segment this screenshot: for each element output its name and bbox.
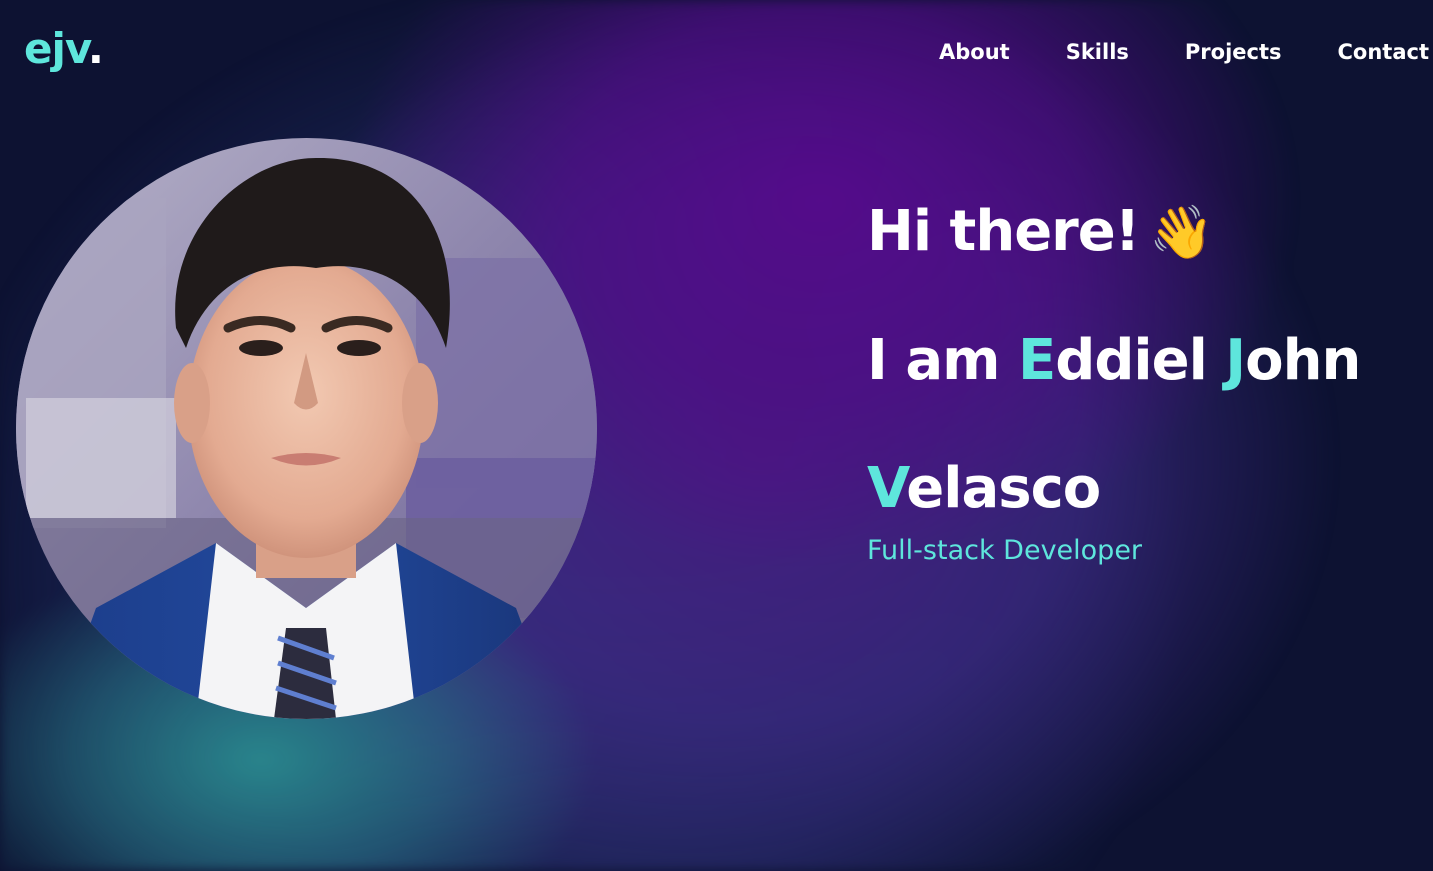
nav-link-contact[interactable]: Contact bbox=[1338, 40, 1430, 65]
nav-link-projects[interactable]: Projects bbox=[1185, 40, 1282, 65]
logo-text: ejv bbox=[24, 24, 89, 73]
site-logo[interactable]: ejv. bbox=[24, 28, 104, 70]
middle-name-initial: J bbox=[1225, 328, 1246, 393]
hero-greeting: Hi there! 👋 bbox=[867, 192, 1360, 273]
greeting-text: Hi there! bbox=[867, 199, 1140, 264]
first-name-rest: ddiel bbox=[1055, 328, 1226, 393]
last-name-initial: V bbox=[867, 456, 907, 521]
hero-name-line-1: I am Eddiel John bbox=[867, 321, 1361, 401]
profile-photo bbox=[16, 138, 597, 719]
portfolio-page: ejv. About Skills Projects Contact Hi th… bbox=[0, 0, 1433, 871]
middle-name-rest: ohn bbox=[1245, 328, 1361, 393]
last-name-rest: elasco bbox=[906, 456, 1101, 521]
waving-hand-icon: 👋 bbox=[1149, 203, 1214, 263]
main-nav: About Skills Projects Contact bbox=[939, 40, 1429, 65]
hero-role: Full-stack Developer bbox=[867, 535, 1143, 566]
nav-link-skills[interactable]: Skills bbox=[1066, 40, 1129, 65]
name-prefix: I am bbox=[867, 328, 1018, 393]
hero-section: Hi there! 👋 I am Eddiel John Velasco Full… bbox=[867, 192, 1361, 566]
nav-link-about[interactable]: About bbox=[939, 40, 1010, 65]
hero-name-line-2: Velasco bbox=[867, 449, 1360, 529]
first-name-initial: E bbox=[1017, 328, 1056, 393]
logo-dot: . bbox=[87, 24, 104, 73]
